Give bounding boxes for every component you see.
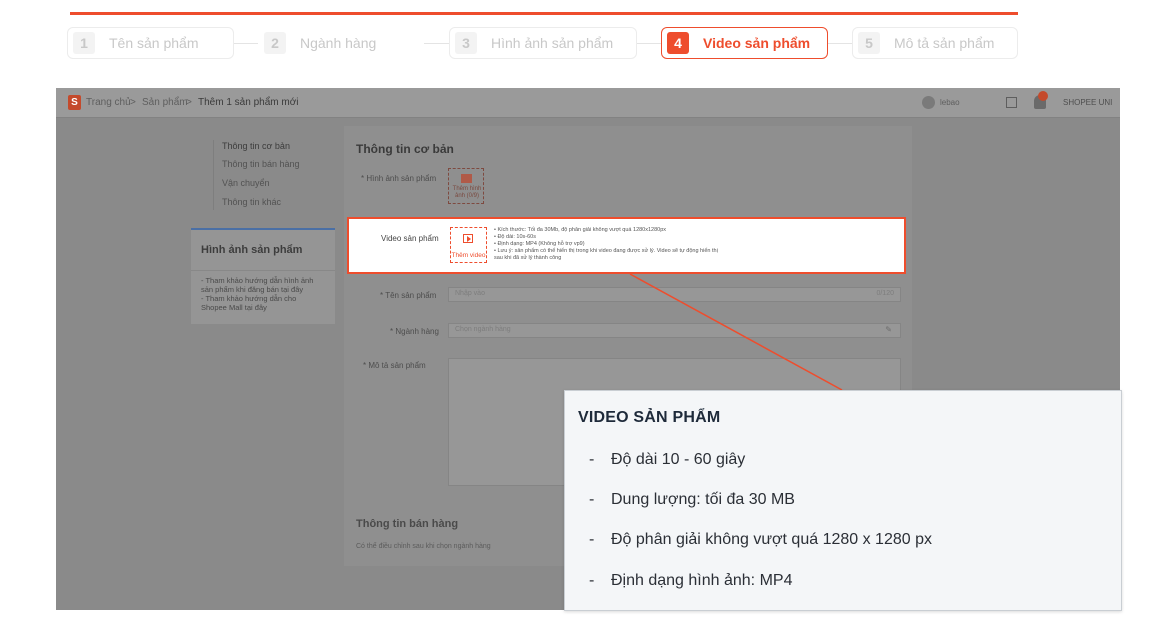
step-connector	[234, 43, 258, 44]
step-number: 5	[858, 32, 880, 54]
requirement-text: Độ dài 10 - 60 giây	[611, 451, 746, 468]
sales-section-title: Thông tin bán hàng	[356, 518, 459, 530]
product-name-input[interactable]: Nhập vào 0/120	[448, 287, 901, 302]
category-placeholder: Chọn ngành hàng	[455, 326, 511, 333]
requirement-item: - Độ dài 10 - 60 giây	[589, 451, 746, 468]
step-number: 1	[73, 32, 95, 54]
divider	[191, 270, 335, 271]
image-field-label: * Hình ảnh sản phẩm	[361, 174, 437, 183]
image-tips-card: Hình ảnh sản phẩm - Tham khảo hướng dẫn …	[191, 228, 335, 324]
menu-sales-info[interactable]: Thông tin bán hàng	[222, 159, 300, 169]
video-spec-line: • Định dạng: MP4 (Không hỗ trợ vp9)	[494, 241, 585, 247]
requirement-item: - Dung lượng: tối đa 30 MB	[589, 491, 795, 508]
image-icon	[461, 174, 472, 183]
progress-line	[70, 12, 1018, 15]
video-field-highlight: Video sản phẩm Thêm video • Kích thước: …	[347, 217, 906, 274]
requirement-text: Độ phân giải không vượt quá 1280 x 1280 …	[611, 531, 932, 548]
video-spec-line: • Lưu ý: sản phẩm có thể hiển thị trong …	[494, 248, 718, 254]
step-label: Ngành hàng	[300, 35, 377, 51]
add-image-label: Thêm hình ảnh (0/9)	[452, 186, 482, 199]
video-field-label: Video sản phẩm	[381, 234, 439, 243]
add-video-label: Thêm video	[451, 252, 486, 259]
video-requirements-card: VIDEO SẢN PHẨM - Độ dài 10 - 60 giây - Dun…	[564, 390, 1122, 611]
video-spec-line: • Kích thước: Tối đa 30Mb, độ phân giải …	[494, 227, 667, 233]
notification-badge	[1038, 91, 1048, 101]
menu-shipping[interactable]: Vận chuyển	[222, 178, 270, 188]
add-image-button[interactable]: Thêm hình ảnh (0/9)	[448, 168, 484, 204]
requirement-text: Dung lượng: tối đa 30 MB	[611, 491, 795, 508]
add-video-button[interactable]: Thêm video	[450, 227, 487, 263]
breadcrumb-current: Thêm 1 sản phẩm mới	[198, 97, 299, 108]
shopee-logo-icon: S	[68, 95, 81, 110]
menu-other-info[interactable]: Thông tin khác	[222, 197, 281, 207]
step-label: Tên sản phẩm	[109, 35, 199, 51]
tips-note-line: - Tham khảo hướng dẫn hình ảnh	[201, 276, 314, 285]
step-connector	[637, 43, 661, 44]
breadcrumb-products[interactable]: Sản phẩm	[142, 97, 188, 108]
step-2-category[interactable]: 2 Ngành hàng	[258, 27, 424, 59]
category-select[interactable]: Chọn ngành hàng ✎	[448, 323, 901, 338]
step-navigation: 1 Tên sản phẩm 2 Ngành hàng 3 Hình ảnh s…	[67, 27, 1018, 63]
section-title: Thông tin cơ bản	[356, 142, 454, 156]
tips-note-line[interactable]: Shopee Mall tại đây	[201, 303, 267, 312]
top-bar: S Trang chủ > Sản phẩm > Thêm 1 sản phẩm…	[56, 88, 1120, 118]
info-card-title: VIDEO SẢN PHẨM	[578, 409, 721, 426]
requirement-item: - Định dạng hình ảnh: MP4	[589, 572, 793, 589]
breadcrumb-separator: >	[130, 97, 136, 108]
video-play-icon	[463, 234, 473, 243]
tips-note-line[interactable]: sản phẩm khi đăng bán tại đây	[201, 285, 303, 294]
step-3-product-images[interactable]: 3 Hình ảnh sản phẩm	[449, 27, 637, 59]
apps-grid-icon[interactable]	[1006, 97, 1017, 108]
name-field-label: * Tên sản phẩm	[380, 291, 437, 300]
breadcrumb-home[interactable]: Trang chủ	[86, 97, 131, 108]
tips-note-line: - Tham khảo hướng dẫn cho	[201, 294, 297, 303]
name-placeholder: Nhập vào	[455, 290, 485, 297]
name-counter: 0/120	[876, 290, 894, 297]
video-spec-line: • Độ dài: 10s-60s	[494, 234, 536, 240]
breadcrumb-separator: >	[186, 97, 192, 108]
requirement-text: Định dạng hình ảnh: MP4	[611, 572, 793, 589]
step-5-product-description[interactable]: 5 Mô tả sản phẩm	[852, 27, 1018, 59]
video-spec-line: sau khi đã xử lý thành công	[494, 255, 562, 261]
step-connector	[828, 43, 852, 44]
category-field-label: * Ngành hàng	[390, 327, 439, 336]
menu-rail	[213, 140, 214, 210]
step-number: 3	[455, 32, 477, 54]
step-label: Video sản phẩm	[703, 35, 811, 51]
avatar[interactable]	[922, 96, 935, 109]
sales-section-note: Có thể điều chỉnh sau khi chọn ngành hàn…	[356, 543, 491, 550]
step-1-product-name[interactable]: 1 Tên sản phẩm	[67, 27, 234, 59]
step-number: 2	[264, 32, 286, 54]
step-number: 4	[667, 32, 689, 54]
tips-card-title: Hình ảnh sản phẩm	[201, 244, 303, 256]
step-label: Hình ảnh sản phẩm	[491, 35, 614, 51]
step-label: Mô tả sản phẩm	[894, 35, 995, 51]
user-name[interactable]: lebao	[940, 98, 960, 107]
shop-label[interactable]: SHOPEE UNI	[1063, 98, 1112, 107]
step-4-product-video[interactable]: 4 Video sản phẩm	[661, 27, 828, 59]
requirement-item: - Độ phân giải không vượt quá 1280 x 1280…	[589, 531, 932, 548]
edit-icon: ✎	[885, 325, 892, 334]
description-field-label: * Mô tả sản phẩm	[363, 361, 426, 370]
step-connector	[424, 43, 449, 44]
menu-basic-info[interactable]: Thông tin cơ bản	[222, 141, 290, 151]
